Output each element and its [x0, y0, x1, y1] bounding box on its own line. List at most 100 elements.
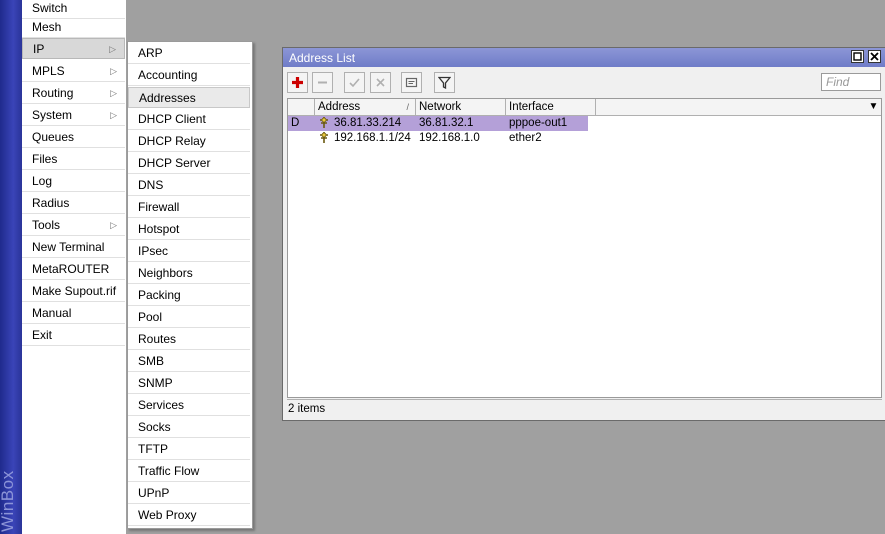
submenu-item-firewall[interactable]: Firewall [128, 197, 250, 218]
disable-button[interactable] [370, 72, 391, 93]
submenu-item-tftp[interactable]: TFTP [128, 439, 250, 460]
enable-button[interactable] [344, 72, 365, 93]
submenu-item-addresses[interactable]: Addresses [128, 87, 250, 108]
maximize-button[interactable] [851, 50, 864, 63]
menu-item-label: System [32, 108, 73, 122]
plus-icon [292, 77, 303, 88]
submenu-item-snmp[interactable]: SNMP [128, 373, 250, 394]
interface-cell: pppoe-out1 [509, 117, 568, 129]
menu-item-label: MetaROUTER [32, 262, 110, 276]
menu-item-ip[interactable]: IP ▷ [22, 38, 125, 59]
menu-item-label: Make Supout.rif [32, 284, 117, 298]
submenu-item-pool[interactable]: Pool [128, 307, 250, 328]
menu-item-label: Log [32, 174, 53, 188]
submenu-item-traffic-flow[interactable]: Traffic Flow [128, 461, 250, 482]
table-row[interactable]: 192.168.1.1/24 192.168.1.0 ether2 [288, 131, 881, 146]
item-count: 2 items [288, 403, 326, 415]
interface-cell: ether2 [509, 132, 542, 144]
filter-button[interactable] [434, 72, 455, 93]
interface-column-header[interactable]: Interface [506, 99, 596, 115]
column-menu-button[interactable]: ▼ [866, 99, 881, 115]
address-icon [318, 116, 332, 131]
menu-item-metarouter[interactable]: MetaROUTER [22, 259, 125, 280]
submenu-item-dhcp-server[interactable]: DHCP Server [128, 153, 250, 174]
menu-item-radius[interactable]: Radius [22, 193, 125, 214]
menu-item-log[interactable]: Log [22, 171, 125, 192]
menu-item-routing[interactable]: Routing ▷ [22, 83, 125, 104]
sort-indicator: / [406, 102, 409, 112]
address-table: Address / Network Interface ▼ D 36.81.33.… [287, 98, 882, 398]
menu-item-label: Manual [32, 306, 72, 320]
check-icon [349, 78, 360, 88]
cross-icon [376, 78, 385, 87]
network-column-header[interactable]: Network [416, 99, 506, 115]
submenu-arrow-icon: ▷ [110, 66, 117, 76]
status-bar: 2 items [287, 399, 883, 418]
menu-item-label: Switch [32, 1, 68, 15]
menu-item-label: IP [33, 42, 45, 56]
menu-item-mesh[interactable]: Mesh [22, 17, 125, 38]
address-cell: 36.81.33.214 [334, 117, 402, 129]
menu-item-make-supout-rif[interactable]: Make Supout.rif [22, 281, 125, 302]
submenu-item-web-proxy[interactable]: Web Proxy [128, 505, 250, 526]
menu-item-manual[interactable]: Manual [22, 303, 125, 324]
menu-item-label: Queues [32, 130, 75, 144]
maximize-icon [853, 52, 862, 61]
submenu-item-dhcp-client[interactable]: DHCP Client [128, 109, 250, 130]
winbox-strip: WinBox [0, 0, 22, 534]
submenu-item-upnp[interactable]: UPnP [128, 483, 250, 504]
submenu-item-hotspot[interactable]: Hotspot [128, 219, 250, 240]
flag-cell: D [291, 117, 300, 129]
submenu-item-socks[interactable]: Socks [128, 417, 250, 438]
close-icon [870, 52, 879, 61]
menu-item-mpls[interactable]: MPLS ▷ [22, 61, 125, 82]
main-menu: Switch Mesh IP ▷ MPLS ▷ Routing ▷ System ▷ Queues F… [22, 0, 126, 534]
submenu-item-dns[interactable]: DNS [128, 175, 250, 196]
menu-item-tools[interactable]: Tools ▷ [22, 215, 125, 236]
filter-icon [437, 76, 452, 90]
menu-item-label: MPLS [32, 64, 65, 78]
minus-icon [318, 81, 327, 84]
menu-item-queues[interactable]: Queues [22, 127, 125, 148]
submenu-item-smb[interactable]: SMB [128, 351, 250, 372]
menu-item-system[interactable]: System ▷ [22, 105, 125, 126]
address-header-label: Address [318, 101, 361, 113]
submenu-arrow-icon: ▷ [109, 44, 116, 54]
window-title-bar[interactable]: Address List [283, 48, 885, 67]
menu-item-label: Tools [32, 218, 61, 232]
comment-icon [405, 77, 418, 88]
menu-item-files[interactable]: Files [22, 149, 125, 170]
flag-cell [288, 131, 315, 146]
menu-item-label: Exit [32, 328, 53, 342]
menu-item-label: Radius [32, 196, 70, 210]
find-input[interactable]: Find [821, 73, 881, 91]
menu-item-label: New Terminal [32, 240, 105, 254]
address-list-window: Address List Find Address / Network Inte… [282, 47, 885, 421]
address-column-header[interactable]: Address / [315, 99, 416, 115]
menu-item-new-terminal[interactable]: New Terminal [22, 237, 125, 258]
table-row[interactable]: D 36.81.33.214 36.81.32.1 pppoe-out1 [288, 116, 881, 131]
ip-submenu: ARP Accounting Addresses DHCP Client DHCP Re… [127, 41, 253, 529]
menu-item-exit[interactable]: Exit [22, 325, 125, 346]
flag-column-header[interactable] [288, 99, 315, 115]
winbox-brand-label: WinBox [0, 470, 17, 532]
comment-button[interactable] [401, 72, 422, 93]
add-button[interactable] [287, 72, 308, 93]
submenu-item-services[interactable]: Services [128, 395, 250, 416]
menu-item-label: Routing [32, 86, 74, 100]
menu-item-label: Files [32, 152, 58, 166]
address-cell: 192.168.1.1/24 [334, 132, 411, 144]
close-button[interactable] [868, 50, 881, 63]
submenu-item-routes[interactable]: Routes [128, 329, 250, 350]
submenu-item-accounting[interactable]: Accounting [128, 65, 250, 86]
remove-button[interactable] [312, 72, 333, 93]
submenu-item-dhcp-relay[interactable]: DHCP Relay [128, 131, 250, 152]
submenu-item-neighbors[interactable]: Neighbors [128, 263, 250, 284]
submenu-arrow-icon: ▷ [110, 88, 117, 98]
interface-header-label: Interface [509, 101, 554, 113]
submenu-item-arp[interactable]: ARP [128, 43, 250, 64]
submenu-item-ipsec[interactable]: IPsec [128, 241, 250, 262]
submenu-item-packing[interactable]: Packing [128, 285, 250, 306]
network-cell: 36.81.32.1 [419, 117, 474, 129]
dropdown-arrow-icon: ▼ [868, 101, 879, 112]
